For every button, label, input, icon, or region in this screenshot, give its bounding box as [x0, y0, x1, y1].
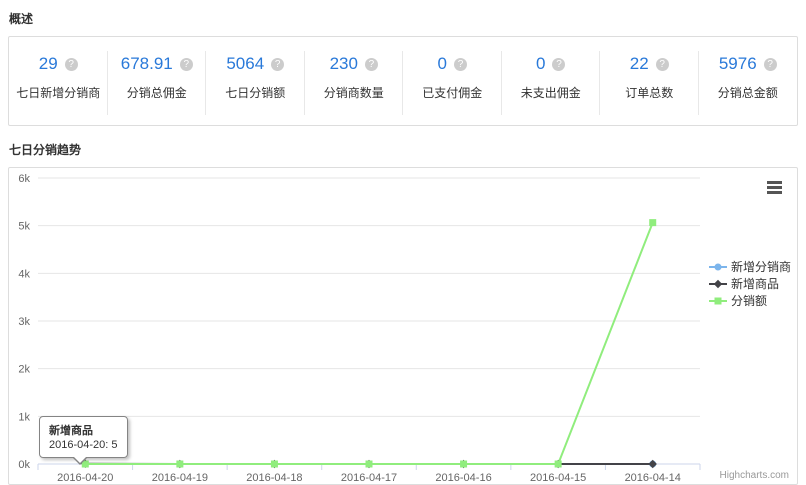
y-axis-label: 2k [18, 364, 30, 376]
series-2 [82, 219, 656, 467]
series-point-marker[interactable] [715, 263, 722, 270]
stat-cell-4: 0? 已支付佣金 [403, 37, 502, 125]
help-icon[interactable]: ? [365, 58, 378, 71]
y-axis-label: 0k [18, 459, 30, 471]
tooltip-value-line: 2016-04-20: 5 [49, 439, 118, 451]
legend-label: 新增商品 [731, 275, 779, 292]
overview-section-title: 概述 [9, 10, 798, 27]
stat-label: 分销总佣金 [108, 84, 207, 101]
stat-value: 5064 [226, 54, 264, 74]
series-point-marker[interactable] [555, 461, 562, 468]
y-axis-label: 1k [18, 411, 30, 423]
stat-label: 未支出佣金 [502, 84, 601, 101]
stat-cell-6: 22? 订单总数 [600, 37, 699, 125]
legend-label: 新增分销商 [731, 258, 791, 275]
x-axis-label: 2016-04-19 [152, 472, 208, 484]
x-axis-label: 2016-04-16 [435, 472, 491, 484]
x-axis-label: 2016-04-15 [530, 472, 586, 484]
help-icon[interactable]: ? [65, 58, 78, 71]
trend-section-title: 七日分销趋势 [9, 141, 798, 158]
stat-label: 分销总金额 [699, 84, 798, 101]
series-point-marker[interactable] [460, 461, 467, 468]
tooltip-series-name: 新增商品 [49, 422, 118, 438]
stat-label: 订单总数 [600, 84, 699, 101]
stat-label: 七日分销额 [206, 84, 305, 101]
y-axis-label: 3k [18, 316, 30, 328]
stat-cell-5: 0? 未支出佣金 [502, 37, 601, 125]
y-axis-label: 4k [18, 268, 30, 280]
stat-cell-7: 5976? 分销总金额 [699, 37, 798, 125]
x-axis-label: 2016-04-20 [57, 472, 113, 484]
stat-cell-3: 230? 分销商数量 [305, 37, 404, 125]
stat-label: 已支付佣金 [403, 84, 502, 101]
help-icon[interactable]: ? [271, 58, 284, 71]
series-point-marker[interactable] [649, 460, 657, 468]
help-icon[interactable]: ? [180, 58, 193, 71]
legend-marker-icon [709, 278, 727, 290]
y-axis-label: 6k [18, 173, 30, 185]
help-icon[interactable]: ? [552, 58, 565, 71]
stat-value: 678.91 [121, 54, 173, 74]
stat-value: 0 [536, 54, 545, 74]
stat-cell-2: 5064? 七日分销额 [206, 37, 305, 125]
chart-tooltip: 新增商品 2016-04-20: 5 [39, 416, 128, 458]
stat-cell-0: 29? 七日新增分销商 [9, 37, 108, 125]
x-axis-label: 2016-04-17 [341, 472, 397, 484]
help-icon[interactable]: ? [656, 58, 669, 71]
overview-stats-panel: 29? 七日新增分销商 678.91? 分销总佣金 5064? 七日分销额 230? 分销商数… [8, 36, 798, 126]
help-icon[interactable]: ? [764, 58, 777, 71]
legend-item-0[interactable]: 新增分销商 [709, 258, 791, 275]
legend-marker-icon [709, 261, 727, 273]
help-icon[interactable]: ? [454, 58, 467, 71]
stat-value: 22 [630, 54, 649, 74]
series-line [85, 223, 652, 464]
legend-label: 分销额 [731, 292, 767, 309]
chart-legend: 新增分销商新增商品分销额 [709, 258, 791, 309]
stat-value: 29 [39, 54, 58, 74]
trend-chart-panel: 0k 1k 2k 3k 4k 5k 6k 2016-04-20 2016-04-19 2016-0… [8, 167, 798, 485]
x-axis-label: 2016-04-18 [246, 472, 302, 484]
legend-marker-icon [709, 295, 727, 307]
legend-item-1[interactable]: 新增商品 [709, 275, 791, 292]
hamburger-icon [767, 181, 782, 184]
stat-cell-1: 678.91? 分销总佣金 [108, 37, 207, 125]
series-point-marker[interactable] [714, 279, 722, 287]
series-point-marker[interactable] [271, 461, 278, 468]
series-point-marker[interactable] [649, 219, 656, 226]
series-point-marker[interactable] [366, 461, 373, 468]
series-point-marker[interactable] [176, 461, 183, 468]
chart-export-menu-button[interactable] [767, 181, 782, 196]
stat-value: 0 [438, 54, 447, 74]
legend-item-2[interactable]: 分销额 [709, 292, 791, 309]
stat-label: 分销商数量 [305, 84, 404, 101]
stat-value: 230 [330, 54, 358, 74]
stat-label: 七日新增分销商 [9, 84, 108, 101]
series-point-marker[interactable] [715, 297, 722, 304]
y-axis-label: 5k [18, 221, 30, 233]
stat-value: 5976 [719, 54, 757, 74]
x-axis-label: 2016-04-14 [625, 472, 681, 484]
